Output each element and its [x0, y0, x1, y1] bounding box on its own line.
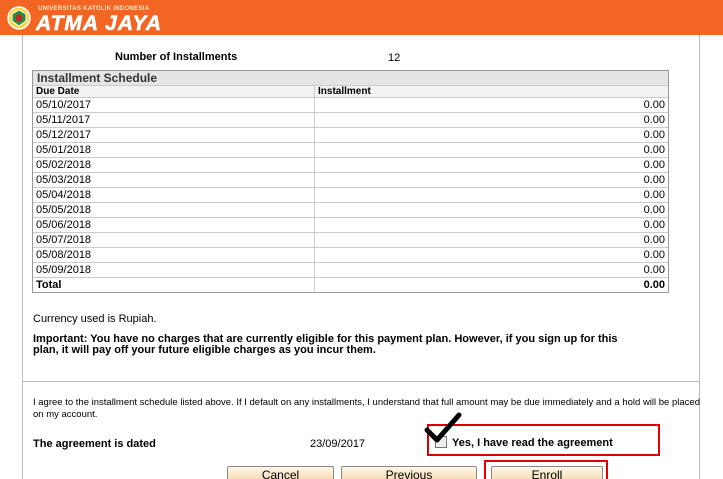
- due-date-cell: 05/01/2018: [33, 143, 315, 157]
- university-emblem-icon: [7, 5, 31, 30]
- logo-title: ATMA JAYA: [36, 12, 163, 36]
- schedule-header-row: Due Date Installment: [33, 85, 668, 97]
- due-date-cell: 05/08/2018: [33, 248, 315, 262]
- table-row: 05/03/2018 0.00: [33, 172, 668, 187]
- due-date-cell: 05/03/2018: [33, 173, 315, 187]
- table-row: 05/10/2017 0.00: [33, 97, 668, 112]
- table-row: 05/11/2017 0.00: [33, 112, 668, 127]
- table-row: 05/02/2018 0.00: [33, 157, 668, 172]
- important-note: Important: You have no charges that are …: [33, 333, 618, 356]
- installment-amount-cell: 0.00: [643, 174, 665, 186]
- table-row: 05/04/2018 0.00: [33, 187, 668, 202]
- num-installments-label: Number of Installments: [115, 51, 238, 63]
- total-value: 0.00: [643, 279, 665, 291]
- schedule-total-row: Total 0.00: [33, 277, 668, 292]
- table-row: 05/07/2018 0.00: [33, 232, 668, 247]
- installment-amount-cell: 0.00: [643, 204, 665, 216]
- installment-amount-cell: 0.00: [643, 219, 665, 231]
- previous-button[interactable]: Previous: [341, 466, 477, 479]
- installment-schedule-table: Installment Schedule Due Date Installmen…: [32, 70, 669, 293]
- installment-header: Installment: [318, 86, 371, 97]
- agreement-text: I agree to the installment schedule list…: [33, 397, 700, 420]
- due-date-cell: 05/10/2017: [33, 98, 315, 112]
- agreement-dated-label: The agreement is dated: [33, 438, 156, 450]
- installment-amount-cell: 0.00: [643, 114, 665, 126]
- agreement-checkbox-label[interactable]: Yes, I have read the agreement: [452, 437, 613, 449]
- installment-amount-cell: 0.00: [643, 189, 665, 201]
- installment-amount-cell: 0.00: [643, 99, 665, 111]
- enroll-button[interactable]: Enroll: [491, 466, 603, 479]
- table-row: 05/12/2017 0.00: [33, 127, 668, 142]
- table-row: 05/01/2018 0.00: [33, 142, 668, 157]
- installment-amount-cell: 0.00: [643, 234, 665, 246]
- agreement-dated-value: 23/09/2017: [310, 438, 366, 450]
- currency-note: Currency used is Rupiah.: [33, 313, 157, 325]
- due-date-cell: 05/07/2018: [33, 233, 315, 247]
- installment-amount-cell: 0.00: [643, 249, 665, 261]
- table-row: 05/09/2018 0.00: [33, 262, 668, 277]
- due-date-cell: 05/09/2018: [33, 263, 315, 277]
- installment-amount-cell: 0.00: [643, 144, 665, 156]
- due-date-cell: 05/02/2018: [33, 158, 315, 172]
- divider: [22, 381, 700, 382]
- due-date-cell: 05/04/2018: [33, 188, 315, 202]
- installment-amount-cell: 0.00: [643, 129, 665, 141]
- total-label: Total: [33, 278, 315, 292]
- table-row: 05/06/2018 0.00: [33, 217, 668, 232]
- due-date-cell: 05/06/2018: [33, 218, 315, 232]
- installment-amount-cell: 0.00: [643, 159, 665, 171]
- due-date-header: Due Date: [33, 86, 315, 97]
- due-date-cell: 05/11/2017: [33, 113, 315, 127]
- cancel-button[interactable]: Cancel: [227, 466, 334, 479]
- table-row: 05/08/2018 0.00: [33, 247, 668, 262]
- installment-amount-cell: 0.00: [643, 264, 665, 276]
- university-logo: UNIVERSITAS KATOLIK INDONESIA ATMA JAYA: [6, 1, 196, 36]
- schedule-title: Installment Schedule: [33, 71, 668, 85]
- num-installments-value: 12: [388, 52, 401, 64]
- header-bar: UNIVERSITAS KATOLIK INDONESIA ATMA JAYA: [0, 0, 723, 35]
- due-date-cell: 05/05/2018: [33, 203, 315, 217]
- table-row: 05/05/2018 0.00: [33, 202, 668, 217]
- due-date-cell: 05/12/2017: [33, 128, 315, 142]
